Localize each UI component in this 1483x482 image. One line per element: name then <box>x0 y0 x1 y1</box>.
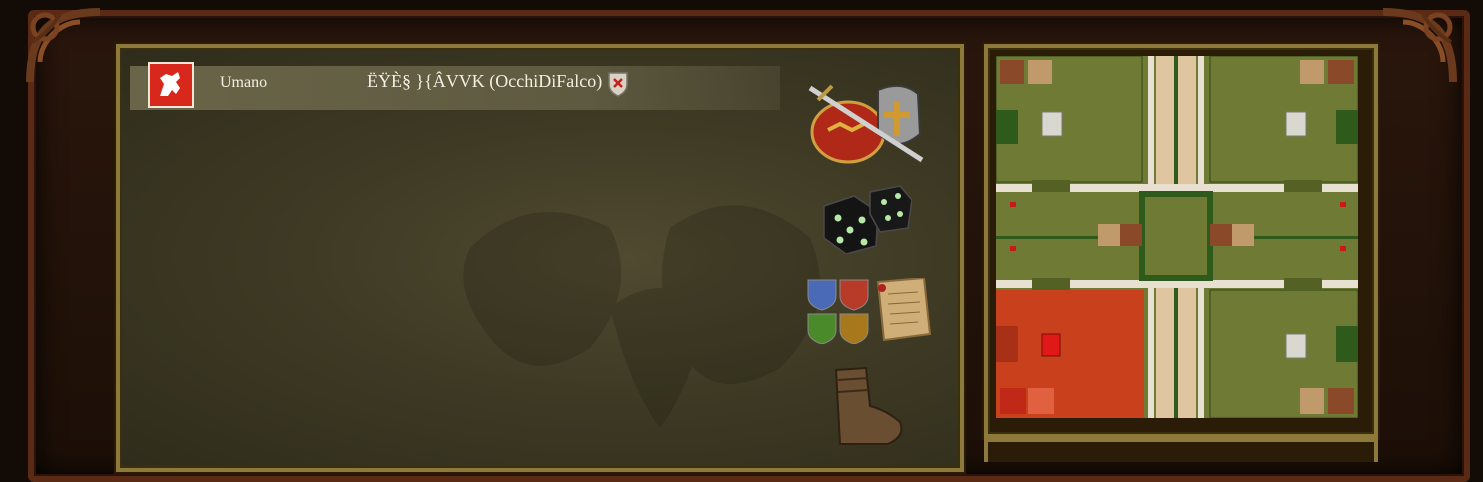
bottom-panel-frame <box>984 438 1378 462</box>
lion-crest-icon <box>148 62 194 108</box>
remove-player-shield-icon[interactable] <box>607 70 629 98</box>
sword-helmet-icon[interactable] <box>806 80 928 166</box>
celtic-knot-corner-ornament <box>1382 8 1457 83</box>
minimap[interactable] <box>996 56 1358 418</box>
dice-icon[interactable] <box>820 184 912 254</box>
boot-icon[interactable] <box>826 366 910 446</box>
celtic-knot-corner-ornament <box>26 8 101 83</box>
player-type-label: Umano <box>220 74 268 91</box>
player-name: ËŸÈ§ }{ÂVVK (OcchiDiFalco) <box>367 71 603 91</box>
player-castle-icon <box>1041 333 1061 357</box>
faction-shields-icon[interactable] <box>806 278 932 344</box>
